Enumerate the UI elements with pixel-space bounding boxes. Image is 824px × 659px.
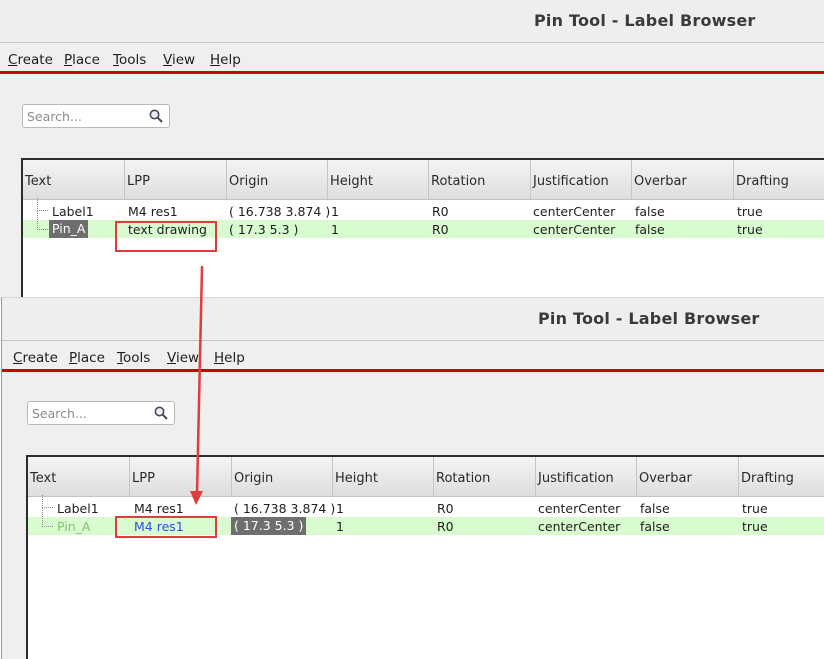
window-title: Pin Tool - Label Browser	[534, 11, 756, 30]
column-header-justification[interactable]: Justification	[530, 160, 631, 199]
column-header-height[interactable]: Height	[327, 160, 428, 199]
table-row[interactable]: Label1 M4 res1 ( 16.738 3.874 ) 1 R0 cen…	[23, 198, 824, 220]
column-header-lpp[interactable]: LPP	[129, 457, 231, 496]
table-header: Text LPP Origin Height Rotation Justific…	[23, 160, 824, 200]
label-browser-before: Pin Tool - Label Browser Create Place To…	[0, 0, 824, 300]
menu-view[interactable]: View	[163, 52, 195, 68]
menu-tools[interactable]: Tools	[113, 52, 146, 68]
cell-height: 1	[331, 204, 339, 219]
cell-height: 1	[336, 501, 344, 516]
cell-overbar: false	[640, 501, 670, 516]
magnifier-icon[interactable]	[148, 108, 164, 124]
tree-connector	[42, 507, 53, 527]
cell-drafting: true	[737, 222, 763, 237]
column-header-drafting[interactable]: Drafting	[733, 160, 824, 199]
cell-text: Label1	[57, 501, 99, 516]
cell-text-selected: Pin_A	[49, 220, 89, 238]
cell-height: 1	[331, 222, 339, 237]
cell-justification: centerCenter	[538, 519, 621, 534]
cell-justification: centerCenter	[533, 222, 616, 237]
column-header-origin[interactable]: Origin	[231, 457, 332, 496]
window-title: Pin Tool - Label Browser	[538, 309, 760, 328]
cell-origin: ( 16.738 3.874 )	[229, 204, 331, 219]
title-bar: Pin Tool - Label Browser	[0, 0, 824, 43]
menu-view[interactable]: View	[167, 350, 199, 366]
cell-justification: centerCenter	[533, 204, 616, 219]
highlight-box-after	[115, 516, 217, 538]
search-box	[22, 104, 170, 128]
cell-overbar: false	[635, 204, 665, 219]
accent-divider	[2, 369, 824, 372]
menu-tools[interactable]: Tools	[117, 350, 150, 366]
cell-origin: ( 17.3 5.3 )	[229, 222, 299, 237]
tree-connector	[37, 210, 48, 230]
column-header-overbar[interactable]: Overbar	[631, 160, 733, 199]
menu-bar: Create Place Tools View Help	[2, 341, 824, 372]
menu-help[interactable]: Help	[210, 52, 241, 68]
cell-overbar: false	[640, 519, 670, 534]
cell-origin-selected: ( 17.3 5.3 )	[231, 517, 307, 535]
column-header-text[interactable]: Text	[23, 160, 124, 199]
accent-divider	[0, 71, 824, 74]
menu-place[interactable]: Place	[64, 52, 100, 68]
cell-rotation: R0	[437, 519, 454, 534]
cell-rotation: R0	[437, 501, 454, 516]
magnifier-icon[interactable]	[153, 405, 169, 421]
cell-drafting: true	[742, 501, 768, 516]
menu-create[interactable]: Create	[13, 350, 58, 366]
table-header: Text LPP Origin Height Rotation Justific…	[28, 457, 824, 497]
column-header-justification[interactable]: Justification	[535, 457, 636, 496]
search-input[interactable]	[32, 405, 150, 421]
column-header-rotation[interactable]: Rotation	[433, 457, 535, 496]
column-header-text[interactable]: Text	[28, 457, 129, 496]
column-header-lpp[interactable]: LPP	[124, 160, 226, 199]
column-header-drafting[interactable]: Drafting	[738, 457, 824, 496]
menu-create[interactable]: Create	[8, 52, 53, 68]
search-box	[27, 401, 175, 425]
menu-bar: Create Place Tools View Help	[0, 43, 824, 74]
label-browser-after: Pin Tool - Label Browser Create Place To…	[1, 297, 824, 659]
column-header-height[interactable]: Height	[332, 457, 433, 496]
cell-rotation: R0	[432, 222, 449, 237]
cell-drafting: true	[742, 519, 768, 534]
menu-place[interactable]: Place	[69, 350, 105, 366]
highlight-box-before	[115, 221, 217, 252]
cell-origin: ( 16.738 3.874 )	[234, 501, 336, 516]
title-bar: Pin Tool - Label Browser	[2, 298, 824, 341]
column-header-overbar[interactable]: Overbar	[636, 457, 738, 496]
cell-drafting: true	[737, 204, 763, 219]
cell-height: 1	[336, 519, 344, 534]
cell-overbar: false	[635, 222, 665, 237]
column-header-rotation[interactable]: Rotation	[428, 160, 530, 199]
cell-lpp: M4 res1	[128, 204, 178, 219]
cell-text: Label1	[52, 204, 94, 219]
column-header-origin[interactable]: Origin	[226, 160, 327, 199]
label-table: Text LPP Origin Height Rotation Justific…	[26, 455, 824, 659]
menu-help[interactable]: Help	[214, 350, 245, 366]
cell-lpp: M4 res1	[134, 501, 184, 516]
search-input[interactable]	[27, 108, 145, 124]
cell-text: Pin_A	[57, 519, 91, 534]
cell-justification: centerCenter	[538, 501, 621, 516]
cell-rotation: R0	[432, 204, 449, 219]
table-row[interactable]: Label1 M4 res1 ( 16.738 3.874 ) 1 R0 cen…	[28, 495, 824, 517]
